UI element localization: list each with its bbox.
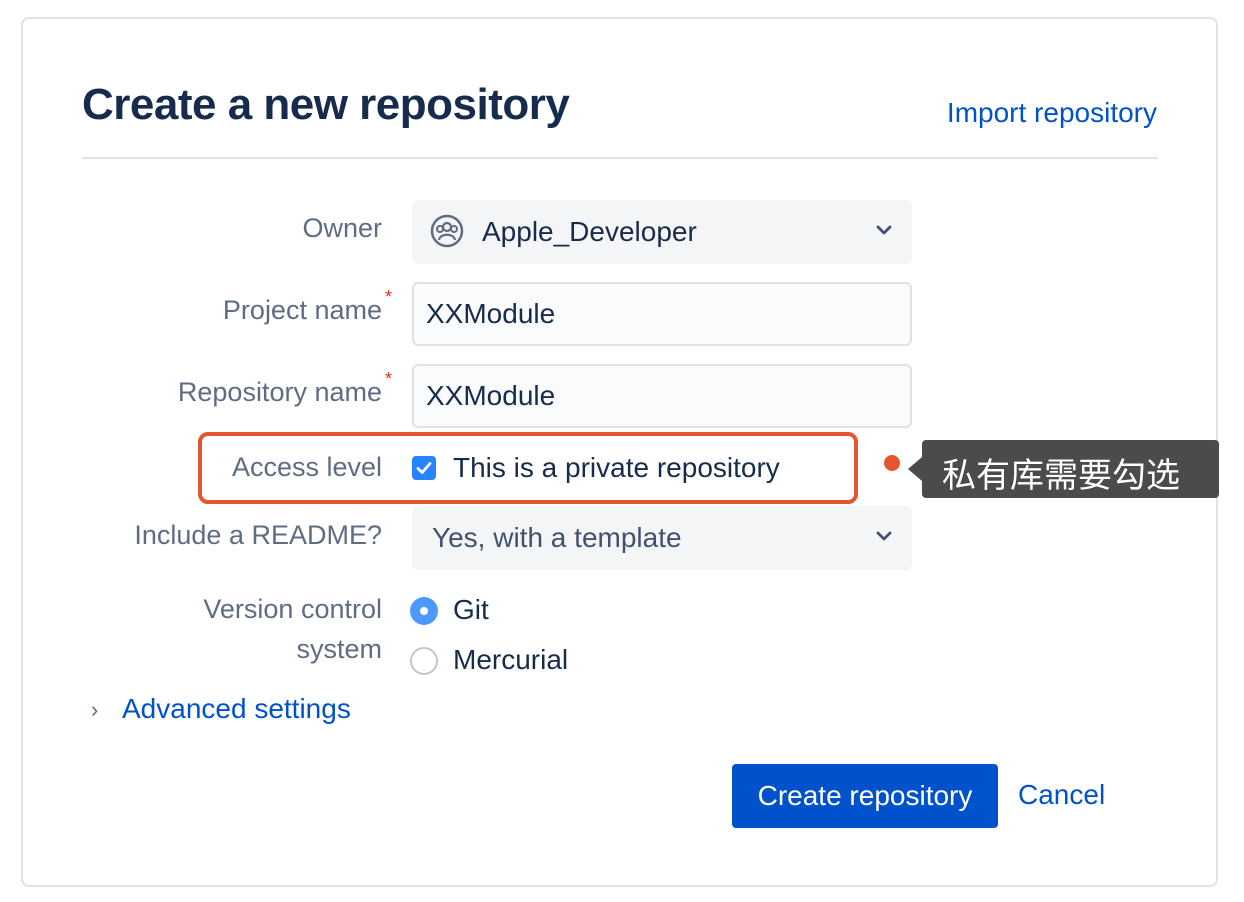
header-divider [82, 157, 1158, 159]
vcs-label-line2: system [296, 634, 382, 664]
project-name-label: Project name * [222, 287, 392, 326]
callout-dot [884, 455, 900, 471]
private-repository-label[interactable]: This is a private repository [453, 452, 780, 484]
owner-value: Apple_Developer [482, 216, 697, 247]
git-label[interactable]: Git [453, 594, 489, 626]
page-title: Create a new repository [82, 80, 570, 129]
cancel-button[interactable]: Cancel [1018, 779, 1105, 811]
readme-label: Include a README? [134, 520, 382, 550]
advanced-settings-link[interactable]: Advanced settings [122, 693, 351, 725]
required-asterisk: * [384, 369, 392, 389]
required-asterisk: * [384, 287, 392, 307]
import-repository-link[interactable]: Import repository [947, 97, 1157, 129]
repository-name-label: Repository name * [177, 369, 392, 408]
repository-name-input[interactable] [412, 364, 912, 428]
owner-select[interactable]: Apple_Developer [412, 200, 912, 264]
readme-value: Yes, with a template [432, 522, 682, 553]
mercurial-label[interactable]: Mercurial [453, 644, 568, 676]
private-repository-checkbox[interactable] [412, 456, 436, 480]
readme-select[interactable]: Yes, with a template [412, 506, 912, 570]
git-radio[interactable] [410, 597, 438, 625]
check-icon [416, 462, 432, 474]
chevron-down-icon [874, 220, 894, 240]
project-name-label-text: Project name [222, 295, 382, 325]
team-icon [430, 214, 464, 253]
repository-name-label-text: Repository name [177, 377, 382, 407]
access-level-label: Access level [231, 452, 382, 482]
project-name-input[interactable] [412, 282, 912, 346]
vcs-label-line1: Version control [203, 594, 382, 624]
mercurial-radio[interactable] [410, 647, 438, 675]
chevron-down-icon [874, 526, 894, 546]
annotation-callout: 私有库需要勾选 [908, 440, 1219, 498]
owner-label: Owner [302, 213, 382, 243]
chevron-right-icon[interactable]: › [91, 697, 98, 723]
create-repository-button[interactable]: Create repository [732, 764, 998, 828]
